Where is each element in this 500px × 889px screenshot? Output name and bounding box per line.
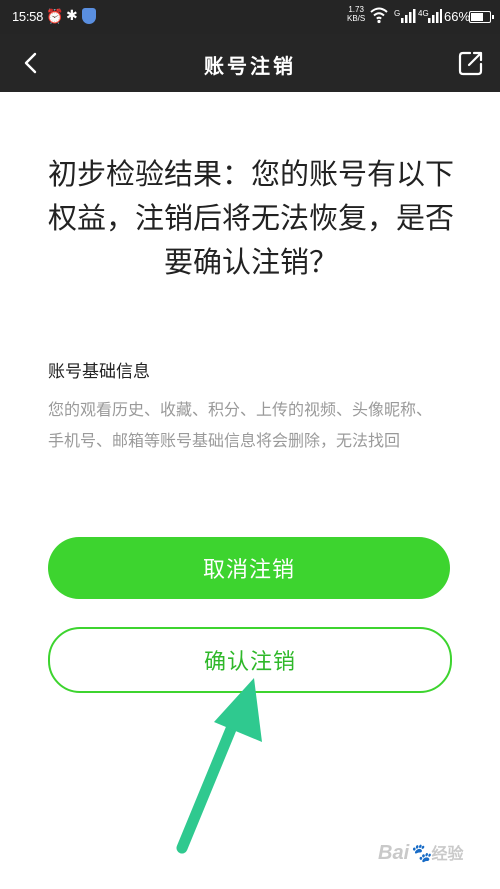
shield-icon (82, 8, 96, 24)
result-headline: 初步检验结果：您的账号有以下权益，注销后将无法恢复，是否要确认注销？ (47, 157, 454, 279)
net-speed-value: 1.73 (348, 5, 364, 14)
paw-icon: 🐾 (409, 843, 432, 863)
cancel-deactivation-button[interactable]: 取消注销 (48, 537, 450, 599)
status-bar: 15:58 ⏰ ✱ 1.73 KB/S G 4G 66% (0, 0, 500, 34)
bluetooth-icon: ✱ (66, 7, 78, 23)
wifi-icon (370, 7, 388, 24)
battery-fill (471, 13, 483, 21)
battery-percent: 66% (444, 9, 471, 24)
section-title: 账号基础信息 (48, 362, 150, 382)
watermark-suffix: 经验 (431, 846, 464, 863)
title-bar: 账号注销 (0, 34, 500, 92)
alarm-icon: ⏰ (46, 8, 64, 24)
section-description: 您的观看历史、收藏、积分、上传的视频、头像昵称、手机号、邮箱等账号基础信息将会删… (48, 400, 433, 450)
signal-icon: G (394, 8, 416, 27)
signal1-label: G (394, 9, 400, 18)
page-title: 账号注销 (204, 54, 296, 78)
share-icon[interactable] (457, 49, 485, 77)
battery-icon (469, 11, 494, 23)
signal2-label: 4G (418, 9, 429, 18)
annotation-arrow-icon (176, 678, 262, 854)
status-time: 15:58 (12, 9, 44, 24)
net-speed: 1.73 KB/S (347, 5, 365, 23)
signal-icon-2: 4G (418, 8, 442, 27)
watermark: Bai🐾经验 (378, 840, 464, 865)
watermark-brand: Bai (378, 842, 410, 864)
net-speed-unit: KB/S (347, 14, 366, 23)
